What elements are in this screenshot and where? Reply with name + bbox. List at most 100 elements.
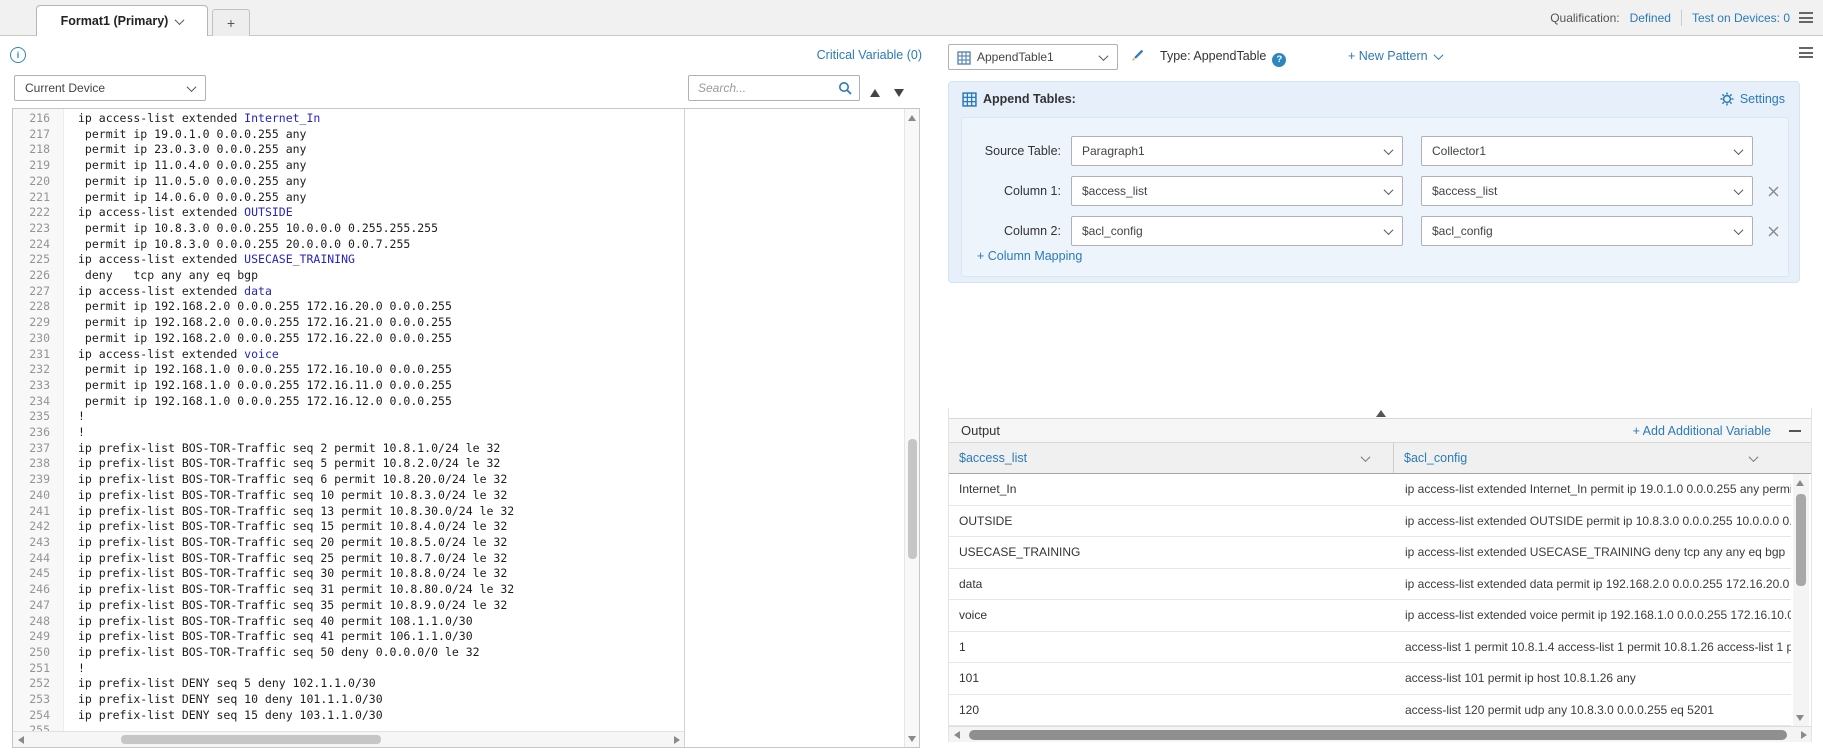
info-icon[interactable]: i: [10, 47, 26, 63]
code-text: ip prefix-list BOS-TOR-Traffic seq 35 pe…: [63, 598, 507, 614]
pattern-type-text: Type: AppendTable: [1160, 49, 1266, 63]
qualification-value-link[interactable]: Defined: [1630, 11, 1671, 25]
line-number: 236: [13, 425, 63, 441]
edit-pattern-button[interactable]: [1130, 48, 1145, 63]
scrollbar-thumb[interactable]: [1796, 494, 1806, 586]
plus-icon: +: [227, 15, 235, 31]
line-number: 249: [13, 629, 63, 645]
test-on-devices-link[interactable]: Test on Devices: 0: [1692, 11, 1790, 25]
new-pattern-button[interactable]: + New Pattern: [1348, 49, 1442, 63]
code-line: 217 permit ip 19.0.1.0 0.0.0.255 any: [13, 127, 683, 143]
line-number: 216: [13, 111, 63, 127]
code-text: deny tcp any any eq bgp: [63, 268, 258, 284]
code-text: ip access-list extended voice: [63, 347, 279, 363]
column2-left-selector[interactable]: $acl_config: [1071, 216, 1403, 246]
table-row[interactable]: 1access-list 1 permit 10.8.1.4 access-li…: [949, 632, 1791, 664]
scroll-down-button[interactable]: [905, 731, 919, 746]
code-text: ip access-list extended OUTSIDE: [63, 205, 293, 221]
pattern-table-selector[interactable]: AppendTable1: [948, 44, 1118, 70]
code-text: ip prefix-list DENY seq 15 deny 103.1.1.…: [63, 708, 383, 724]
table-row[interactable]: 101access-list 101 permit ip host 10.8.1…: [949, 663, 1791, 695]
output-vertical-scrollbar[interactable]: [1793, 474, 1809, 726]
scroll-up-button[interactable]: [1793, 475, 1807, 490]
add-tab-button[interactable]: +: [212, 9, 250, 36]
line-number: 235: [13, 409, 63, 425]
minimize-icon[interactable]: [1789, 430, 1801, 432]
code-line: 243ip prefix-list BOS-TOR-Traffic seq 20…: [13, 535, 683, 551]
column2-right-selector[interactable]: $acl_config: [1421, 216, 1753, 246]
scrollbar-thumb[interactable]: [121, 735, 381, 744]
column-header-access-list[interactable]: $access_list: [949, 443, 1394, 473]
search-icon[interactable]: [838, 81, 853, 96]
line-number: 246: [13, 582, 63, 598]
settings-button[interactable]: Settings: [1720, 92, 1785, 106]
chevron-down-icon: [187, 82, 197, 92]
search-next-button[interactable]: [894, 84, 904, 102]
table-icon: [962, 92, 977, 107]
remove-column1-button[interactable]: [1765, 183, 1781, 199]
selector-value: $acl_config: [1082, 224, 1143, 238]
column1-right-selector[interactable]: $access_list: [1421, 176, 1753, 206]
search-previous-button[interactable]: [870, 84, 880, 102]
settings-label: Settings: [1740, 92, 1785, 106]
scroll-left-button[interactable]: [949, 727, 964, 742]
line-number: 243: [13, 535, 63, 551]
cell-acl-config: ip access-list extended data permit ip 1…: [1394, 577, 1791, 591]
table-row[interactable]: USECASE_TRAININGip access-list extended …: [949, 537, 1791, 569]
table-row[interactable]: 120access-list 120 permit udp any 10.8.3…: [949, 695, 1791, 727]
code-text: permit ip 10.8.3.0 0.0.0.255 10.0.0.0 0.…: [63, 221, 438, 237]
code-line: 218 permit ip 23.0.3.0 0.0.0.255 any: [13, 142, 683, 158]
code-text: ip prefix-list BOS-TOR-Traffic seq 41 pe…: [63, 629, 473, 645]
table-row[interactable]: Internet_Inip access-list extended Inter…: [949, 474, 1791, 506]
code-text: [63, 723, 78, 731]
pattern-type-label: Type: AppendTable?: [1160, 49, 1286, 67]
code-line: 224 permit ip 10.8.3.0 0.0.0.255 20.0.0.…: [13, 237, 683, 253]
table-row[interactable]: dataip access-list extended data permit …: [949, 569, 1791, 601]
cell-access-list: Internet_In: [949, 482, 1394, 496]
column1-label: Column 1:: [951, 176, 1061, 206]
acl-name-token: data: [244, 284, 272, 298]
code-line: 222ip access-list extended OUTSIDE: [13, 205, 683, 221]
code-text: ip prefix-list BOS-TOR-Traffic seq 10 pe…: [63, 488, 507, 504]
config-editor[interactable]: 216ip access-list extended Internet_In21…: [12, 108, 920, 748]
scrollbar-thumb[interactable]: [969, 730, 1787, 740]
add-additional-variable-link[interactable]: + Add Additional Variable: [1633, 424, 1771, 438]
code-text: ip prefix-list BOS-TOR-Traffic seq 31 pe…: [63, 582, 514, 598]
scroll-right-button[interactable]: [669, 732, 684, 747]
line-number: 237: [13, 441, 63, 457]
help-icon[interactable]: ?: [1272, 53, 1286, 67]
code-text: !: [63, 661, 85, 677]
critical-variable-link[interactable]: Critical Variable (0): [770, 48, 922, 62]
search-input[interactable]: [689, 81, 838, 95]
code-text: permit ip 192.168.2.0 0.0.0.255 172.16.2…: [63, 299, 452, 315]
table-row[interactable]: voiceip access-list extended voice permi…: [949, 600, 1791, 632]
cell-acl-config: ip access-list extended USECASE_TRAINING…: [1394, 545, 1791, 559]
column-header-acl-config[interactable]: $acl_config: [1394, 443, 1811, 473]
table-row[interactable]: OUTSIDEip access-list extended OUTSIDE p…: [949, 506, 1791, 538]
add-column-mapping-link[interactable]: + Column Mapping: [977, 249, 1082, 263]
output-table-body: Internet_Inip access-list extended Inter…: [949, 474, 1791, 726]
editor-vertical-scrollbar[interactable]: [904, 109, 919, 747]
line-number: 221: [13, 190, 63, 206]
device-selector[interactable]: Current Device: [14, 75, 206, 101]
append-tables-title: Append Tables:: [983, 92, 1076, 106]
line-number: 242: [13, 519, 63, 535]
scrollbar-thumb[interactable]: [908, 439, 917, 559]
scroll-right-button[interactable]: [1796, 727, 1811, 742]
column1-left-selector[interactable]: $access_list: [1071, 176, 1403, 206]
chevron-down-icon: [1099, 51, 1109, 61]
code-text: ip prefix-list BOS-TOR-Traffic seq 20 pe…: [63, 535, 507, 551]
scroll-left-button[interactable]: [13, 732, 28, 747]
remove-column2-button[interactable]: [1765, 223, 1781, 239]
output-horizontal-scrollbar[interactable]: [949, 726, 1811, 742]
scroll-down-button[interactable]: [1793, 710, 1807, 725]
code-line: 219 permit ip 11.0.4.0 0.0.0.255 any: [13, 158, 683, 174]
scroll-up-button[interactable]: [905, 110, 919, 125]
editor-horizontal-scrollbar[interactable]: [13, 731, 684, 747]
source-table-right-selector[interactable]: Collector1: [1421, 136, 1753, 166]
pattern-menu-icon[interactable]: [1799, 47, 1813, 58]
collapse-output-button[interactable]: [1373, 408, 1389, 417]
tab-format1-primary[interactable]: Format1 (Primary): [36, 5, 208, 36]
source-table-left-selector[interactable]: Paragraph1: [1071, 136, 1403, 166]
menu-icon[interactable]: [1799, 12, 1813, 23]
